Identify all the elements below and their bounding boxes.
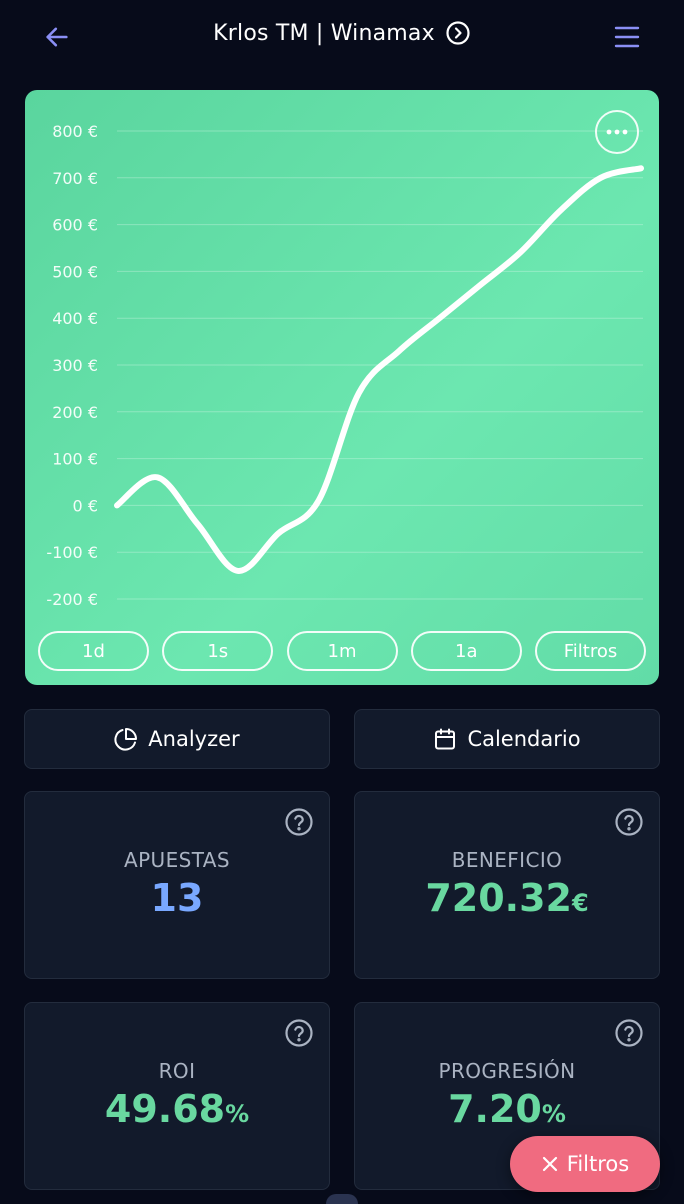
more-options-button[interactable]	[595, 110, 639, 154]
calendario-label: Calendario	[467, 727, 581, 751]
profit-data-point	[195, 521, 201, 527]
close-icon	[542, 1156, 557, 1172]
profit-data-point	[557, 208, 563, 214]
stat-value: 7.20%	[355, 1087, 659, 1131]
y-tick-label: 0 €	[73, 496, 98, 515]
profit-data-point	[477, 282, 483, 288]
profit-data-point	[598, 175, 604, 181]
stat-unit: %	[225, 1100, 250, 1128]
range-button-1s[interactable]: 1s	[162, 631, 274, 671]
profit-series-line	[114, 165, 644, 574]
y-tick-label: 700 €	[52, 169, 98, 188]
analyzer-label: Analyzer	[148, 727, 240, 751]
y-tick-label: 500 €	[52, 262, 98, 281]
time-range-selector: 1d 1s 1m 1a Filtros	[38, 631, 646, 671]
calendario-button[interactable]: Calendario	[354, 709, 660, 769]
stat-card-roi: ROI 49.68%	[24, 1002, 330, 1190]
stat-value-number: 49.68	[104, 1087, 226, 1131]
top-header: Krlos TM | Winamax	[0, 0, 684, 72]
stat-value-number: 720.32	[425, 876, 572, 920]
y-tick-label: -100 €	[46, 543, 98, 562]
profit-data-point	[638, 165, 644, 171]
profit-line-chart: 800 € 700 € 600 € 500 € 400 € 300 € 200 € 100 €…	[46, 122, 644, 609]
question-circle-icon[interactable]	[284, 807, 314, 837]
page-title: Krlos TM | Winamax	[213, 20, 435, 46]
stat-value: 49.68%	[25, 1087, 329, 1131]
range-button-1a[interactable]: 1a	[410, 631, 522, 671]
stat-unit: %	[541, 1100, 566, 1128]
calendar-icon	[433, 727, 457, 751]
filtros-fab-label: Filtros	[566, 1152, 630, 1176]
range-button-1m[interactable]: 1m	[286, 631, 398, 671]
profit-data-point	[235, 568, 241, 574]
account-selector[interactable]: Krlos TM | Winamax	[0, 20, 684, 46]
question-circle-icon[interactable]	[614, 807, 644, 837]
chart-filters-button[interactable]: Filtros	[535, 631, 646, 671]
profit-data-point	[114, 502, 120, 508]
stat-label: PROGRESIÓN	[438, 1059, 576, 1083]
profit-chart-card: 800 € 700 € 600 € 500 € 400 € 300 € 200 € 100 €…	[25, 90, 659, 685]
y-tick-label: 400 €	[52, 309, 98, 328]
question-circle-icon[interactable]	[614, 1018, 644, 1048]
profit-data-point	[396, 348, 402, 354]
y-tick-label: 300 €	[52, 356, 98, 375]
y-tick-label: 600 €	[52, 216, 98, 235]
stat-value-number: 7.20	[448, 1087, 542, 1131]
y-tick-label: 800 €	[52, 122, 98, 141]
profit-data-point	[517, 250, 523, 256]
stat-value-number: 13	[150, 876, 204, 920]
filtros-fab-button[interactable]: Filtros	[510, 1136, 660, 1192]
profit-data-point	[154, 474, 160, 480]
pie-chart-icon	[114, 727, 138, 751]
stat-unit: €	[571, 889, 589, 917]
question-circle-icon[interactable]	[284, 1018, 314, 1048]
bottom-nav-handle	[326, 1194, 358, 1204]
range-button-1d[interactable]: 1d	[38, 631, 149, 671]
menu-button[interactable]	[610, 20, 644, 54]
profit-data-point	[316, 498, 322, 504]
y-tick-label: 200 €	[52, 403, 98, 422]
profit-data-point	[436, 315, 442, 321]
stat-card-apuestas: APUESTAS 13	[24, 791, 330, 979]
profit-data-point	[275, 530, 281, 536]
chevron-right-circle-icon	[445, 20, 471, 46]
stat-value: 720.32€	[355, 876, 659, 920]
y-tick-label: 100 €	[52, 450, 98, 469]
stat-value: 13	[25, 876, 329, 920]
stat-card-beneficio: BENEFICIO 720.32€	[354, 791, 660, 979]
profit-data-point	[356, 390, 362, 396]
stat-label: ROI	[158, 1059, 196, 1083]
analyzer-button[interactable]: Analyzer	[24, 709, 330, 769]
hamburger-menu-icon	[614, 26, 640, 48]
stat-label: BENEFICIO	[451, 848, 563, 872]
y-tick-label: -200 €	[46, 590, 98, 609]
more-horizontal-icon	[606, 129, 628, 135]
stat-label: APUESTAS	[124, 848, 230, 872]
